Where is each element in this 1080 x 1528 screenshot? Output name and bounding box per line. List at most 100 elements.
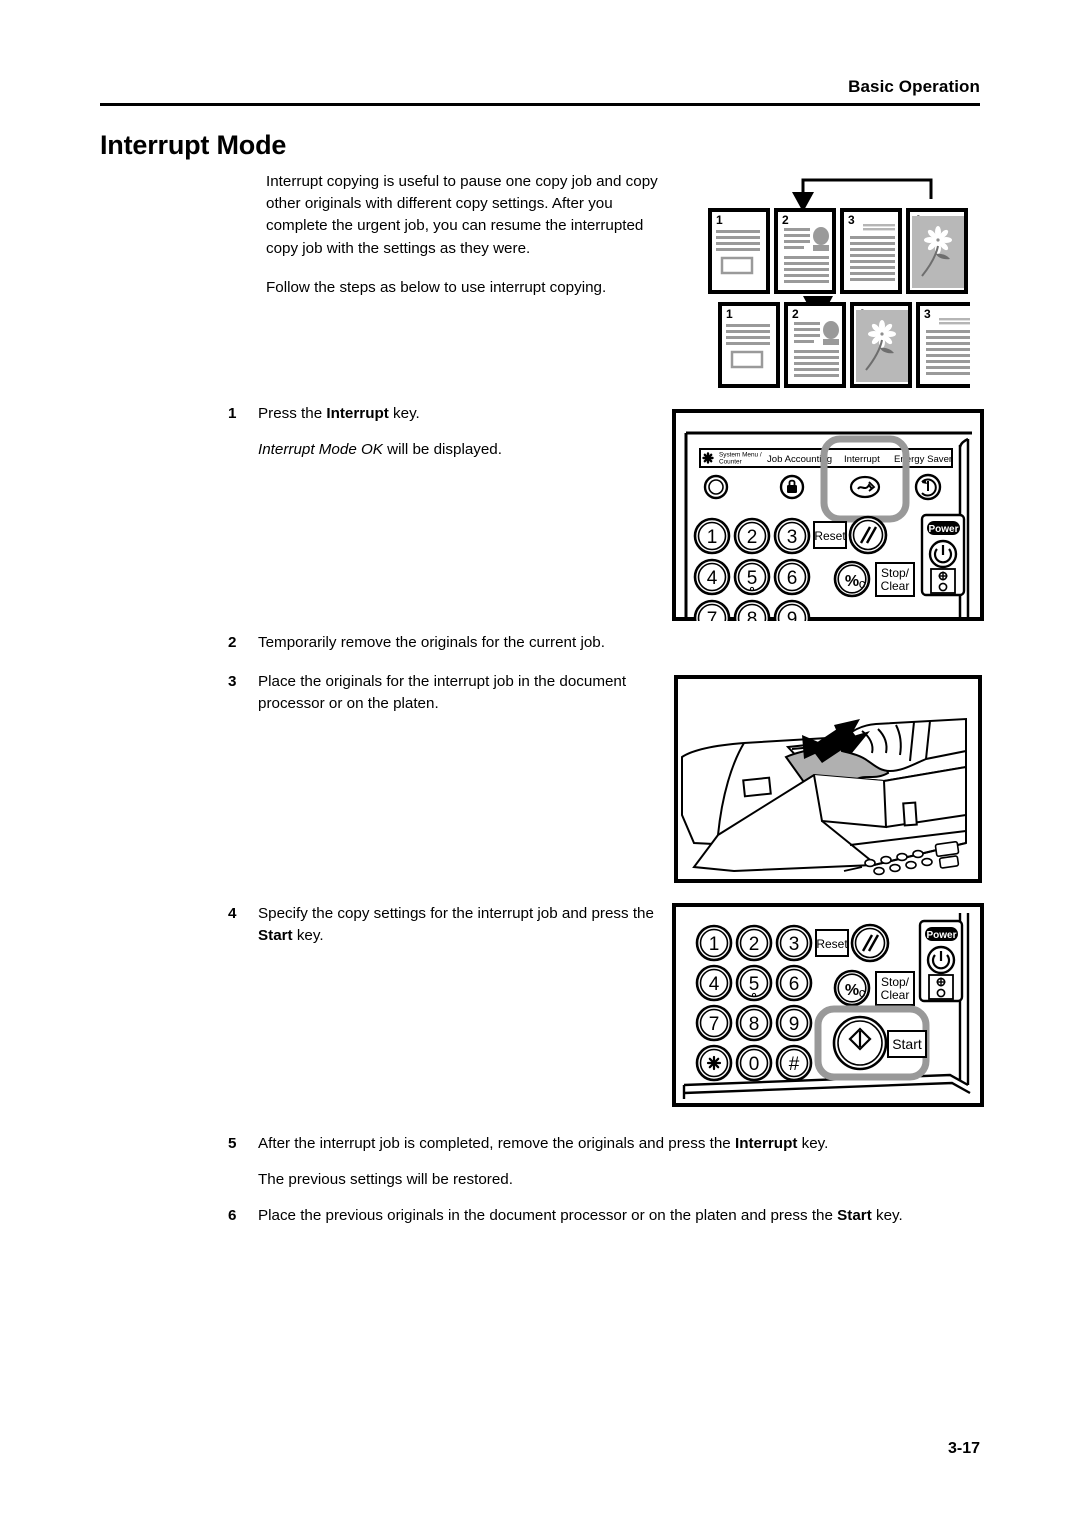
step-body: After the interrupt job is completed, re…: [258, 1133, 828, 1190]
svg-text:4: 4: [707, 568, 718, 589]
svg-text:Stop/: Stop/: [881, 975, 910, 989]
key-0: 0: [735, 1044, 773, 1082]
page-thumb: A: [906, 208, 968, 294]
flow-arrow-loop: [792, 178, 933, 212]
step-number: 2: [228, 634, 237, 651]
key-6: 6: [775, 964, 813, 1002]
page-thumb: 2: [784, 302, 846, 388]
page-thumb: 1: [718, 302, 780, 388]
stop-clear-key: Stop/ Clear: [875, 562, 915, 597]
step-text-before: Place the previous originals in the docu…: [258, 1207, 838, 1224]
key-4: 4: [695, 964, 733, 1002]
svg-text:3: 3: [789, 934, 800, 955]
step-4: 4 Specify the copy settings for the inte…: [228, 903, 673, 946]
svg-text:Stop/: Stop/: [881, 566, 910, 580]
reset-circle-key: [850, 923, 890, 963]
svg-text:3: 3: [924, 307, 931, 321]
key-1: 1: [695, 924, 733, 962]
svg-text:7: 7: [709, 1014, 720, 1035]
svg-text:c: c: [859, 985, 866, 1000]
step-body: Place the originals for the interrupt jo…: [258, 673, 627, 712]
svg-text:6: 6: [789, 974, 800, 995]
intro-text: Interrupt copying is useful to pause one…: [266, 171, 666, 299]
svg-text:1: 1: [726, 307, 733, 321]
step-2: 2 Temporarily remove the originals for t…: [228, 632, 668, 654]
svg-text:2: 2: [749, 934, 760, 955]
svg-text:4: 4: [709, 974, 720, 995]
step-number: 3: [228, 673, 237, 690]
key-4: 4: [693, 558, 731, 596]
svg-text:9: 9: [789, 1014, 800, 1035]
svg-text:8: 8: [749, 1014, 760, 1035]
page-number: 3-17: [947, 1440, 980, 1457]
key-6: 6: [773, 558, 811, 596]
svg-text:1: 1: [709, 934, 720, 955]
flow-row-top: 1 2 3 A: [708, 208, 968, 294]
svg-text:3: 3: [848, 213, 855, 227]
svg-text:5: 5: [747, 568, 758, 589]
key-2: 2: [733, 517, 771, 555]
key-5: 5: [735, 964, 773, 1002]
key-asterisk: [695, 1044, 733, 1082]
reset-circle-key: [848, 515, 888, 555]
step-number: 6: [228, 1207, 237, 1224]
svg-text:6: 6: [787, 568, 798, 589]
step-text-after: key.: [871, 1207, 903, 1224]
numeric-keypad: 1 2 3 4 5 6 7 8 9: [693, 517, 811, 621]
power-key: [926, 945, 956, 975]
step-subtext: Interrupt Mode OK will be displayed.: [258, 439, 502, 461]
intro-paragraph-1: Interrupt copying is useful to pause one…: [266, 173, 658, 257]
intro-paragraph-2: Follow the steps as below to use interru…: [266, 278, 607, 296]
header-divider: [100, 103, 980, 106]
step-subtext-after: will be displayed.: [382, 440, 502, 458]
reset-key: Reset: [813, 521, 847, 549]
manual-page: Basic Operation Interrupt Mode Interrupt…: [0, 0, 1080, 1528]
svg-text:8: 8: [747, 609, 758, 621]
interrupt-key: [849, 475, 881, 499]
svg-text:2: 2: [782, 213, 789, 227]
energy-saver-key: [914, 473, 942, 501]
page-thumb: 3: [916, 302, 970, 388]
svg-text:Clear: Clear: [881, 988, 910, 1002]
svg-text:Reset: Reset: [814, 529, 846, 543]
key-7: 7: [695, 1004, 733, 1042]
page-thumb: 2: [774, 208, 836, 294]
page-title: Interrupt Mode: [100, 130, 287, 160]
power-indicators: [930, 568, 956, 594]
svg-text:7: 7: [707, 609, 718, 621]
power-label: Power: [928, 524, 958, 535]
key-3: 3: [773, 517, 811, 555]
step-text-after: key.: [797, 1135, 829, 1152]
step-subtext: The previous settings will be restored.: [258, 1170, 513, 1188]
page-thumb: A: [850, 302, 912, 388]
power-label: Power: [926, 930, 956, 941]
step-text-before: After the interrupt job is completed, re…: [258, 1135, 735, 1152]
job-accounting-key: [779, 474, 805, 500]
svg-text:%: %: [845, 573, 859, 590]
svg-text:2: 2: [792, 307, 799, 321]
step-body: Temporarily remove the originals for the…: [258, 634, 605, 651]
step-body: Place the previous originals in the docu…: [258, 1205, 903, 1227]
page-footer: 3-17: [100, 1440, 980, 1458]
step-text: After the interrupt job is completed, re…: [258, 1133, 828, 1155]
key-3: 3: [775, 924, 813, 962]
step-body: Press the Interrupt key. Interrupt Mode …: [258, 403, 502, 460]
svg-text:#: #: [789, 1054, 800, 1075]
power-group: Power: [918, 919, 964, 1003]
step-text-before: Specify the copy settings for the interr…: [258, 905, 654, 922]
step-6: 6 Place the previous originals in the do…: [228, 1205, 988, 1227]
page-thumb: 1: [708, 208, 770, 294]
step-text-bold: Interrupt: [734, 1135, 798, 1152]
step-1: 1 Press the Interrupt key. Interrupt Mod…: [228, 403, 668, 460]
stop-clear-key: Stop/ Clear: [875, 971, 915, 1006]
system-menu-icon: [702, 452, 714, 464]
reset-key: Reset: [815, 929, 849, 957]
step-text-after: key.: [292, 926, 324, 944]
key-2: 2: [735, 924, 773, 962]
svg-text:%: %: [845, 982, 859, 999]
step-text-before: Press the: [258, 405, 327, 422]
power-indicators: [928, 974, 954, 1000]
svg-text:1: 1: [707, 527, 718, 548]
key-5: 5: [733, 558, 771, 596]
step-number: 4: [228, 905, 237, 922]
